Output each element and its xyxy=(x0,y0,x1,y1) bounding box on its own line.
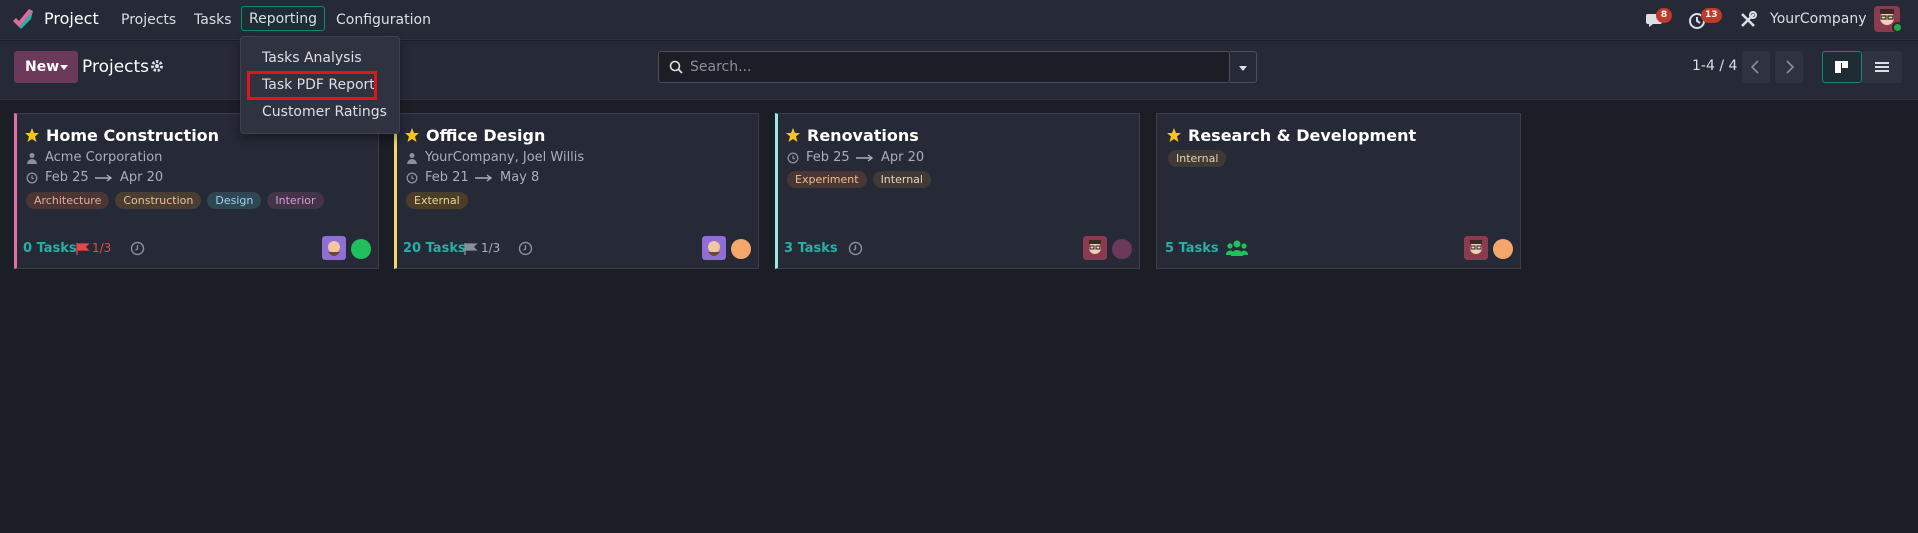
calendar-clock-icon xyxy=(26,172,38,184)
tag: Design xyxy=(207,192,262,209)
calendar-clock-icon xyxy=(787,152,799,164)
project-name[interactable]: Research & Development xyxy=(1188,126,1416,145)
kanban-view-button[interactable] xyxy=(1822,51,1862,83)
tag: Interior xyxy=(267,192,324,209)
list-icon xyxy=(1875,62,1889,72)
project-name[interactable]: Home Construction xyxy=(46,126,219,145)
menu-tasks[interactable]: Tasks xyxy=(194,12,232,28)
favorite-star-icon[interactable] xyxy=(1166,127,1182,143)
page-title: Projects xyxy=(82,57,150,77)
project-tasks-link[interactable]: 20 Tasks xyxy=(403,241,466,256)
customer-icon xyxy=(27,153,37,164)
project-date-end: May 8 xyxy=(500,170,540,185)
project-tasks-link[interactable]: 3 Tasks xyxy=(784,241,838,256)
project-status-dot[interactable] xyxy=(1493,239,1513,259)
project-date-start: Feb 21 xyxy=(425,170,469,185)
project-tasks-link[interactable]: 0 Tasks xyxy=(23,241,77,256)
menu-configuration[interactable]: Configuration xyxy=(336,12,431,28)
search-bar xyxy=(658,51,1230,83)
favorite-star-icon[interactable] xyxy=(785,127,801,143)
favorite-star-icon[interactable] xyxy=(24,127,40,143)
favorite-star-icon[interactable] xyxy=(404,127,420,143)
kanban-icon xyxy=(1835,61,1848,73)
new-button-label: New xyxy=(25,59,60,75)
manager-avatar[interactable] xyxy=(1083,236,1107,260)
project-tags: Architecture Construction Design Interio… xyxy=(26,192,324,209)
project-date-end: Apr 20 xyxy=(881,150,925,165)
project-card-office-design[interactable]: Office Design YourCompany, Joel Willis F… xyxy=(394,113,759,269)
project-date-start: Feb 25 xyxy=(45,170,89,185)
reporting-dropdown-menu: Tasks Analysis Task PDF Report Customer … xyxy=(240,36,400,134)
project-status-dot[interactable] xyxy=(731,239,751,259)
highlight-box xyxy=(247,71,377,100)
app-title[interactable]: Project xyxy=(44,9,99,28)
project-tasks-link[interactable]: 5 Tasks xyxy=(1165,241,1219,256)
search-options-toggle[interactable] xyxy=(1230,51,1257,83)
tag: Internal xyxy=(872,171,931,188)
tag: Architecture xyxy=(26,192,110,209)
project-tags: External xyxy=(406,192,468,209)
project-app-logo-icon[interactable] xyxy=(11,7,35,31)
project-card-renovations[interactable]: Renovations Feb 25 Apr 20 Experiment Int… xyxy=(775,113,1140,269)
menu-projects[interactable]: Projects xyxy=(121,12,176,28)
chevron-down-icon xyxy=(60,65,68,70)
chevron-left-icon xyxy=(1750,60,1759,74)
menu-reporting[interactable]: Reporting xyxy=(241,6,326,31)
project-tags: Internal xyxy=(1168,150,1227,167)
project-status-dot[interactable] xyxy=(1112,239,1132,259)
arrow-right-icon xyxy=(475,174,493,182)
milestone-flag-icon xyxy=(76,243,90,255)
customer-icon xyxy=(407,153,417,164)
top-navbar: Project Projects Tasks Reporting Configu… xyxy=(0,0,1918,40)
manager-avatar[interactable] xyxy=(1464,236,1488,260)
messages-badge: 8 xyxy=(1656,8,1672,23)
project-customer: YourCompany, Joel Willis xyxy=(425,150,585,165)
manager-avatar[interactable] xyxy=(322,236,346,260)
activities-badge: 13 xyxy=(1701,8,1722,23)
company-switcher[interactable]: YourCompany xyxy=(1770,11,1867,27)
user-online-indicator xyxy=(1892,22,1903,33)
gear-icon[interactable] xyxy=(150,59,164,73)
tag: Experiment xyxy=(787,171,867,188)
pager-next-button[interactable] xyxy=(1775,51,1803,83)
list-view-button[interactable] xyxy=(1862,51,1902,83)
project-customer: Acme Corporation xyxy=(45,150,163,165)
manager-avatar[interactable] xyxy=(702,236,726,260)
project-status-dot[interactable] xyxy=(351,239,371,259)
search-icon xyxy=(669,60,683,74)
debug-tools-icon[interactable] xyxy=(1738,10,1760,30)
project-card-home-construction[interactable]: Home Construction Acme Corporation Feb 2… xyxy=(14,113,379,269)
new-button[interactable]: New xyxy=(14,51,78,83)
activity-clock-icon[interactable] xyxy=(518,241,533,256)
menu-customer-ratings[interactable]: Customer Ratings xyxy=(262,104,387,120)
project-date-start: Feb 25 xyxy=(806,150,850,165)
project-milestones: 1/3 xyxy=(481,241,501,255)
arrow-right-icon xyxy=(95,174,113,182)
chevron-right-icon xyxy=(1786,60,1795,74)
tag: External xyxy=(406,192,468,209)
menu-tasks-analysis[interactable]: Tasks Analysis xyxy=(262,50,362,66)
pager-value[interactable]: 1-4 / 4 xyxy=(1692,58,1737,74)
followers-group-icon[interactable] xyxy=(1226,239,1248,257)
project-milestones: 1/3 xyxy=(92,241,112,255)
project-name[interactable]: Office Design xyxy=(426,126,545,145)
project-name[interactable]: Renovations xyxy=(807,126,919,145)
activity-clock-icon[interactable] xyxy=(848,241,863,256)
calendar-clock-icon xyxy=(406,172,418,184)
activity-clock-icon[interactable] xyxy=(130,241,145,256)
chevron-down-icon xyxy=(1239,66,1247,71)
milestone-flag-icon xyxy=(464,243,478,255)
pager-previous-button[interactable] xyxy=(1742,51,1770,83)
tag: Construction xyxy=(115,192,202,209)
tag: Internal xyxy=(1168,150,1227,167)
search-input[interactable] xyxy=(690,52,1170,82)
project-card-research-development[interactable]: Research & Development Internal 5 Tasks xyxy=(1156,113,1521,269)
project-tags: Experiment Internal xyxy=(787,171,931,188)
project-date-end: Apr 20 xyxy=(120,170,164,185)
arrow-right-icon xyxy=(856,154,874,162)
